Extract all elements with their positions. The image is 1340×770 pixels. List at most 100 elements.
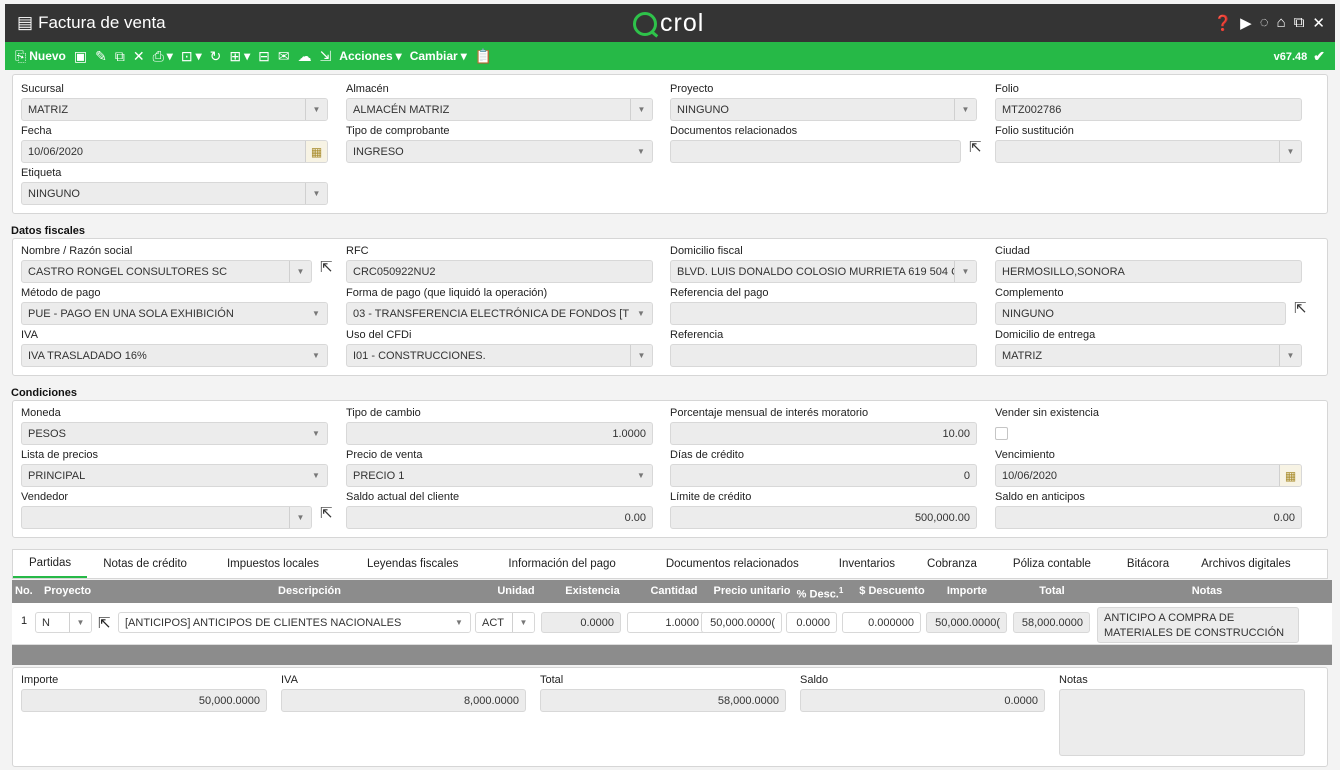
- exit-fullscreen-icon[interactable]: ⧉: [1294, 14, 1305, 32]
- select-document-icon[interactable]: ⇱: [969, 138, 982, 156]
- precio-venta-select[interactable]: PRECIO 1 ▼: [346, 464, 653, 487]
- edit-button[interactable]: ✎: [95, 48, 107, 65]
- uso-cfdi-select[interactable]: I01 - CONSTRUCCIONES. ▼: [346, 344, 653, 367]
- row-unidad-select[interactable]: ACT ▼: [475, 612, 535, 633]
- tab-cobranza[interactable]: Cobranza: [911, 550, 993, 578]
- actions-menu[interactable]: Acciones ▾: [339, 49, 401, 63]
- select-vendor-icon[interactable]: ⇱: [320, 504, 333, 522]
- metodo-pago-select[interactable]: PUE - PAGO EN UNA SOLA EXHIBICIÓN ▼: [21, 302, 328, 325]
- chevron-down-icon: ▼: [630, 99, 652, 120]
- saldo-input[interactable]: 0.0000: [800, 689, 1045, 712]
- close-icon[interactable]: ✕: [1312, 14, 1325, 32]
- row-notas[interactable]: ANTICIPO A COMPRA DE MATERIALES DE CONST…: [1097, 607, 1299, 643]
- remove-row-button[interactable]: ⊟: [258, 48, 270, 65]
- tab-poliza-contable[interactable]: Póliza contable: [993, 550, 1111, 578]
- referencia-input[interactable]: [670, 344, 977, 367]
- row-proyecto-select[interactable]: N ▼: [35, 612, 92, 633]
- limite-credito-input[interactable]: 500,000.00: [670, 506, 977, 529]
- domicilio-entrega-select[interactable]: MATRIZ ▼: [995, 344, 1302, 367]
- tab-inventarios[interactable]: Inventarios: [823, 550, 911, 578]
- row-pct-desc[interactable]: 0.0000: [786, 612, 837, 633]
- export-button[interactable]: ⇲: [320, 48, 332, 65]
- importe-total-input[interactable]: 50,000.0000: [21, 689, 267, 712]
- metodo-pago-field: Método de pago PUE - PAGO EN UNA SOLA EX…: [21, 287, 328, 325]
- row-cantidad[interactable]: 1.0000: [627, 612, 706, 633]
- select-complement-icon[interactable]: ⇱: [1294, 299, 1307, 317]
- tipo-comprobante-select[interactable]: INGRESO ▼: [346, 140, 653, 163]
- total-input[interactable]: 58,000.0000: [540, 689, 786, 712]
- print-button[interactable]: ⎙ ▾: [153, 48, 173, 65]
- ref-pago-input[interactable]: [670, 302, 977, 325]
- sucursal-select[interactable]: MATRIZ ▼: [21, 98, 328, 121]
- email-button[interactable]: ✉: [278, 48, 290, 65]
- chevron-down-icon: ▼: [305, 423, 327, 444]
- refresh-button[interactable]: ↻: [210, 48, 222, 65]
- tipo-cambio-input[interactable]: 1.0000: [346, 422, 653, 445]
- table-row[interactable]: 1 N ▼ ⇱ [ANTICIPOS] ANTICIPOS DE CLIENTES…: [12, 603, 1332, 645]
- saldo-anticipos-input[interactable]: 0.00: [995, 506, 1302, 529]
- tab-notas-credito[interactable]: Notas de crédito: [87, 550, 203, 578]
- nombre-select[interactable]: CASTRO RONGEL CONSULTORES SC ▼: [21, 260, 312, 283]
- home-icon[interactable]: ⌂: [1277, 14, 1286, 32]
- notas-textarea[interactable]: [1059, 689, 1305, 756]
- saldo-cliente-input[interactable]: 0.00: [346, 506, 653, 529]
- duplicate-button[interactable]: ⧉: [115, 48, 125, 65]
- video-icon[interactable]: ▶: [1240, 14, 1252, 32]
- row-existencia[interactable]: 0.0000: [541, 612, 621, 633]
- lista-precios-field: Lista de precios PRINCIPAL ▼: [21, 449, 328, 487]
- iva-total-field: IVA 8,000.0000: [281, 674, 526, 712]
- lista-precios-select[interactable]: PRINCIPAL ▼: [21, 464, 328, 487]
- etiqueta-select[interactable]: NINGUNO ▼: [21, 182, 328, 205]
- complemento-input[interactable]: NINGUNO: [995, 302, 1286, 325]
- refresh-icon: ↻: [209, 47, 222, 64]
- almacen-select[interactable]: ALMACÉN MATRIZ ▼: [346, 98, 653, 121]
- vencimiento-input[interactable]: 10/06/2020 ▦: [995, 464, 1302, 487]
- interes-input[interactable]: 10.00: [670, 422, 977, 445]
- select-client-icon[interactable]: ⇱: [320, 258, 333, 276]
- tab-archivos-digitales[interactable]: Archivos digitales: [1185, 550, 1306, 578]
- iva-total-input[interactable]: 8,000.0000: [281, 689, 526, 712]
- iva-select[interactable]: IVA TRASLADADO 16% ▼: [21, 344, 328, 367]
- chat-icon[interactable]: ◌: [1260, 14, 1269, 32]
- save-button[interactable]: ▣: [74, 48, 87, 65]
- tab-partidas[interactable]: Partidas: [13, 550, 88, 578]
- preview-button[interactable]: ⊡ ▾: [181, 48, 202, 65]
- row-descuento[interactable]: 0.000000: [842, 612, 921, 633]
- row-importe[interactable]: 50,000.0000(: [926, 612, 1007, 633]
- help-icon[interactable]: ❓: [1213, 14, 1232, 32]
- tab-bitacora[interactable]: Bitácora: [1111, 550, 1185, 578]
- select-product-icon[interactable]: ⇱: [98, 614, 111, 635]
- new-button[interactable]: ⎘ Nuevo: [15, 48, 66, 65]
- clipboard-button[interactable]: 📋: [475, 48, 492, 65]
- forma-pago-select[interactable]: 03 - TRANSFERENCIA ELECTRÓNICA DE FONDOS…: [346, 302, 653, 325]
- moneda-select[interactable]: PESOS ▼: [21, 422, 328, 445]
- items-grid: No. Proyecto Descripción Unidad Existenc…: [12, 580, 1332, 665]
- interes-field: Porcentaje mensual de interés moratorio …: [670, 407, 977, 445]
- ciudad-input[interactable]: HERMOSILLO,SONORA: [995, 260, 1302, 283]
- row-precio[interactable]: 50,000.0000(: [701, 612, 782, 633]
- vendedor-select[interactable]: ▼: [21, 506, 312, 529]
- cancel-button[interactable]: ✕: [133, 48, 145, 65]
- add-row-button[interactable]: ⊞ ▾: [229, 48, 250, 65]
- tab-leyendas-fiscales[interactable]: Leyendas fiscales: [343, 550, 482, 578]
- rfc-input[interactable]: CRC050922NU2: [346, 260, 653, 283]
- proyecto-select[interactable]: NINGUNO ▼: [670, 98, 977, 121]
- docs-relacionados-input[interactable]: [670, 140, 961, 163]
- dias-credito-input[interactable]: 0: [670, 464, 977, 487]
- upload-button[interactable]: ☁: [298, 48, 312, 65]
- tab-documentos-relacionados[interactable]: Documentos relacionados: [642, 550, 823, 578]
- chevron-down-icon: ▾: [195, 49, 202, 63]
- vendedor-field: Vendedor ▼: [21, 491, 312, 529]
- vender-sin-existencia-checkbox[interactable]: [995, 427, 1008, 440]
- change-menu[interactable]: Cambiar ▾: [410, 49, 467, 63]
- row-total[interactable]: 58,000.0000: [1013, 612, 1090, 633]
- calendar-icon[interactable]: ▦: [1279, 465, 1301, 486]
- fecha-input[interactable]: 10/06/2020 ▦: [21, 140, 328, 163]
- folio-sustitucion-select[interactable]: ▼: [995, 140, 1302, 163]
- domicilio-fiscal-select[interactable]: BLVD. LUIS DONALDO COLOSIO MURRIETA 619 …: [670, 260, 977, 283]
- folio-input[interactable]: MTZ002786: [995, 98, 1302, 121]
- row-descripcion-select[interactable]: [ANTICIPOS] ANTICIPOS DE CLIENTES NACION…: [118, 612, 471, 633]
- calendar-icon[interactable]: ▦: [305, 141, 327, 162]
- tab-impuestos-locales[interactable]: Impuestos locales: [203, 550, 343, 578]
- tab-informacion-pago[interactable]: Información del pago: [482, 550, 641, 578]
